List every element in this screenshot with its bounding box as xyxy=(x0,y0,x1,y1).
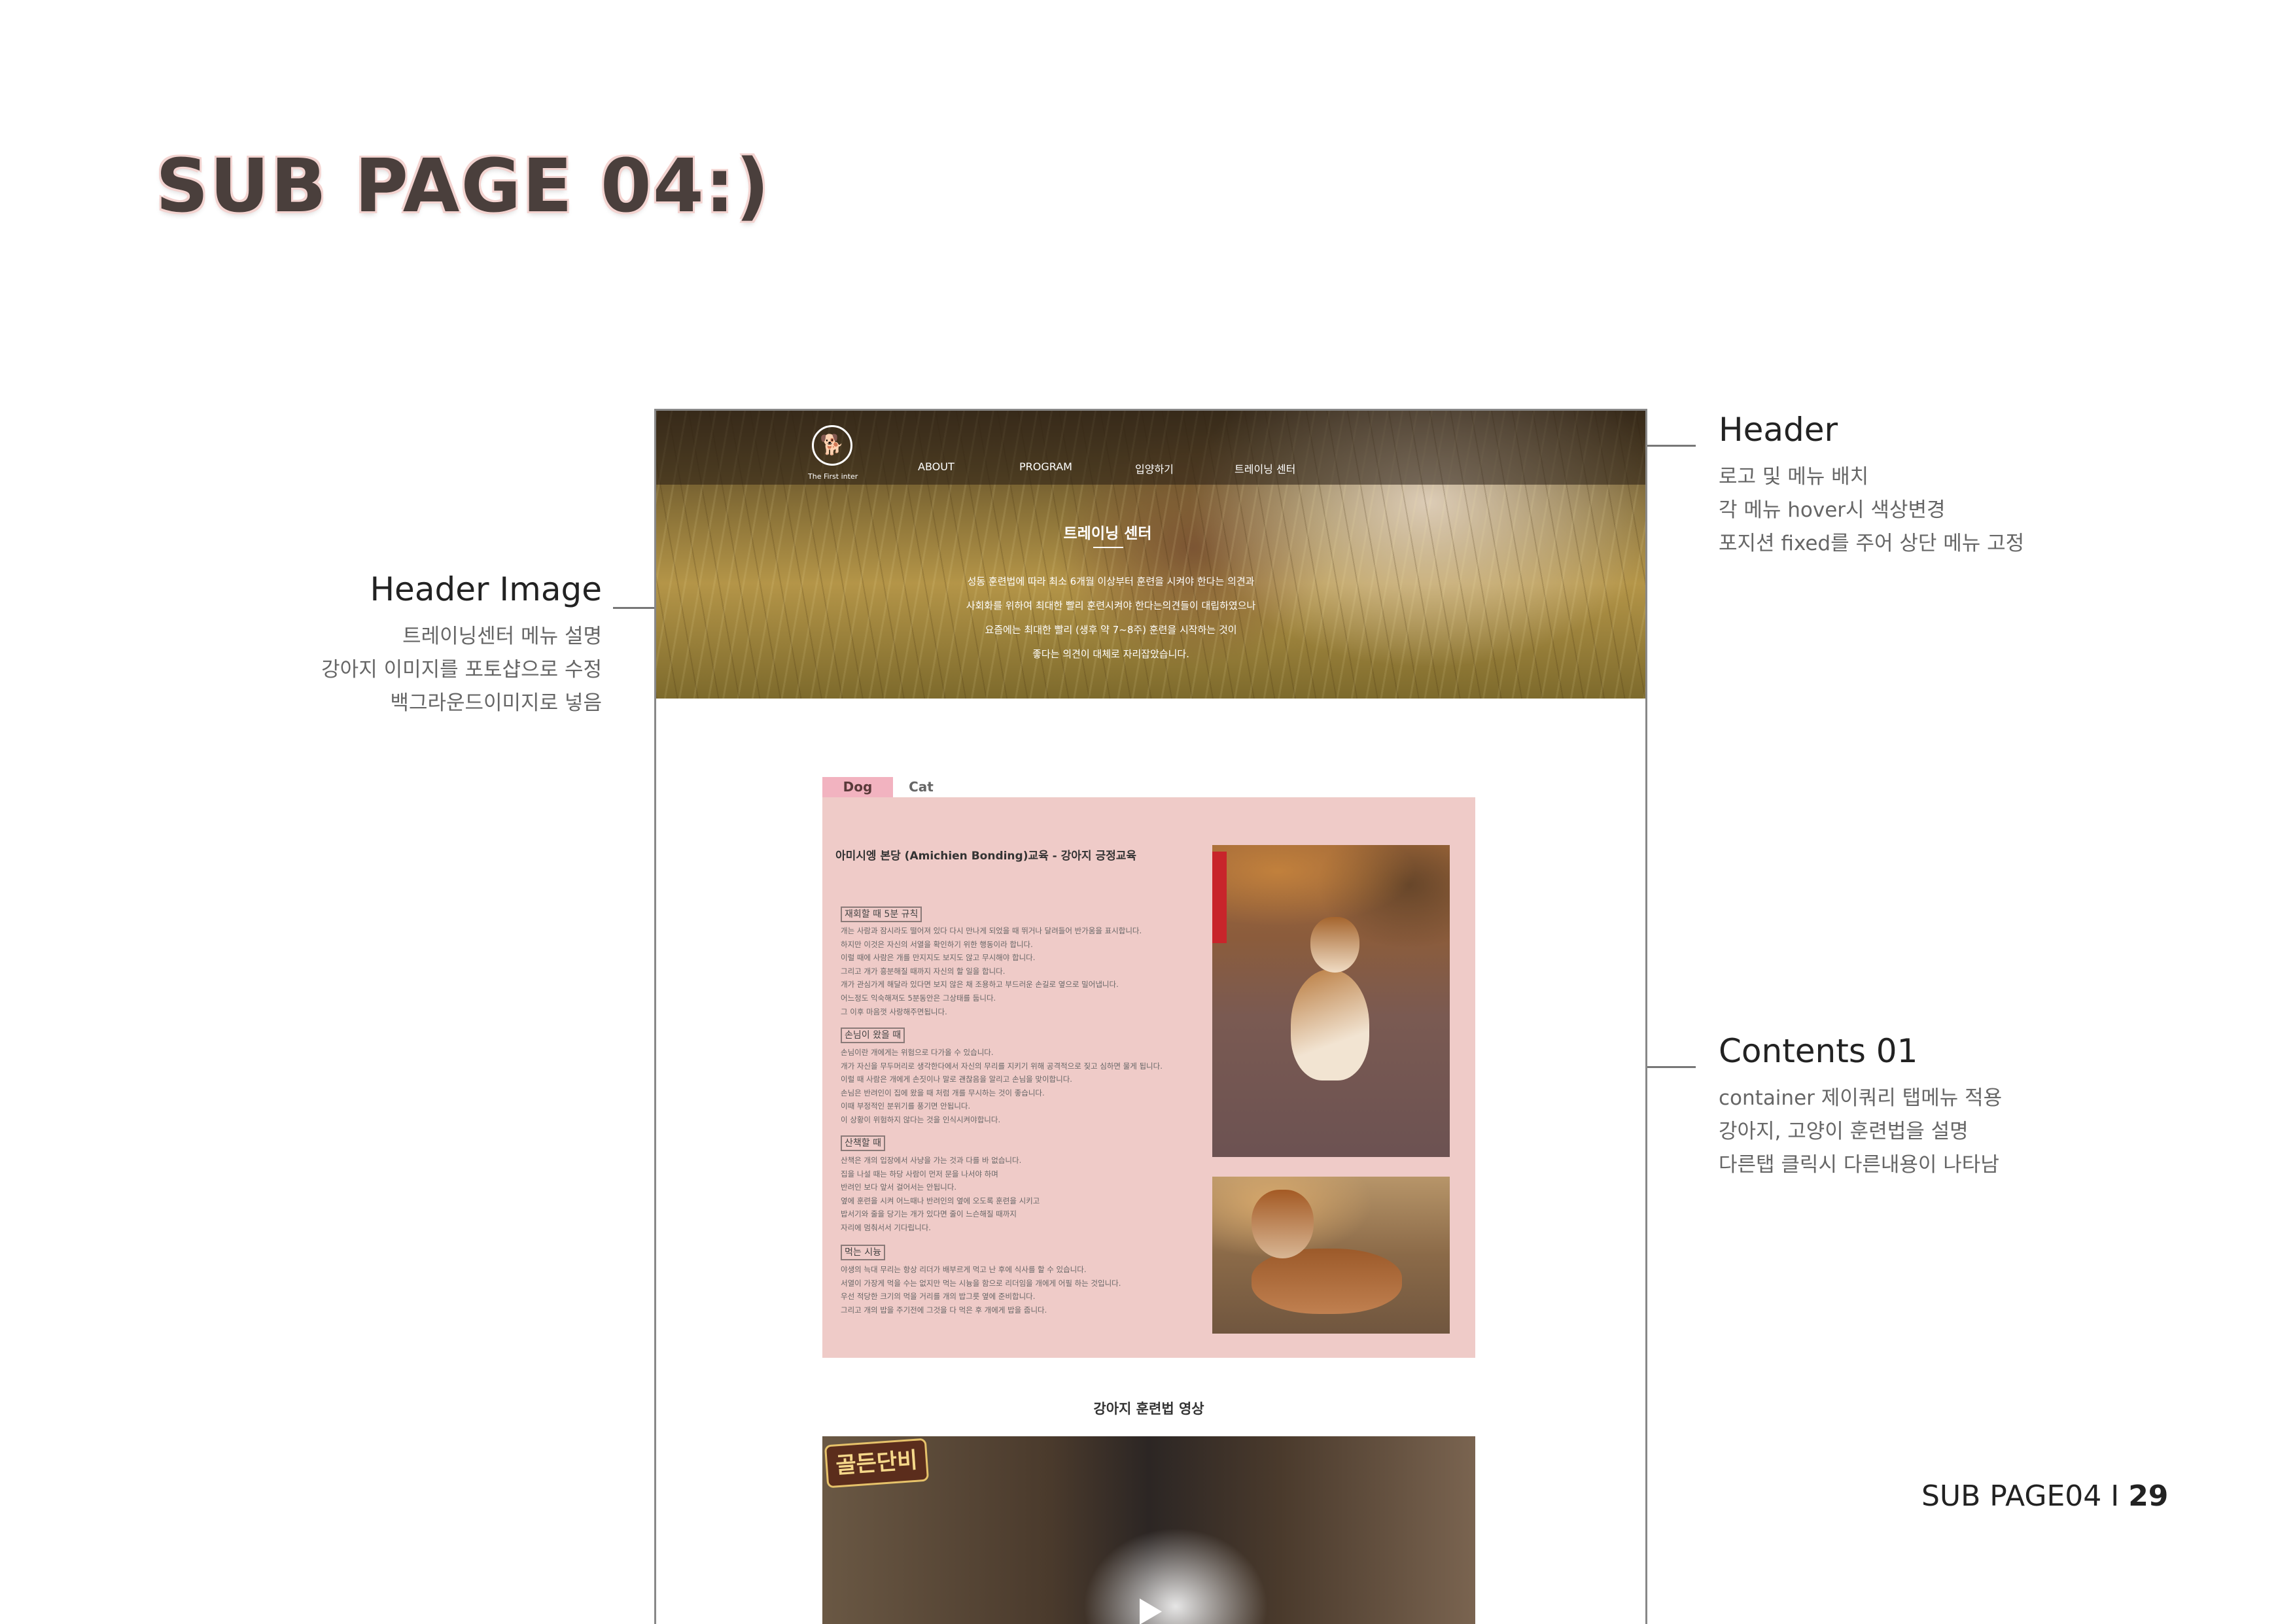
subsection-heading: 재회할 때 5분 규칙 xyxy=(841,907,922,922)
body-line: 그리고 개의 밥을 주기전에 그것을 다 먹은 후 개에게 밥을 줍니다. xyxy=(841,1305,1047,1315)
tab-dog[interactable]: Dog xyxy=(822,777,893,797)
footer-label: SUB PAGE04 I xyxy=(1921,1479,2129,1513)
channel-logo: 골든단비 xyxy=(824,1438,930,1489)
hero-title-underline xyxy=(1093,547,1123,548)
page-footer: SUB PAGE04 I 29 xyxy=(1921,1479,2168,1513)
video-section-title: 강아지 훈련법 영상 xyxy=(1093,1401,1204,1417)
annotation-leader-line xyxy=(613,607,657,609)
annotation-header-image-line: 트레이닝센터 메뉴 설명 xyxy=(402,625,602,648)
annotation-leader-line xyxy=(1647,1066,1696,1068)
dog-body-shape xyxy=(1291,969,1369,1080)
nav-item-adopt[interactable]: 입양하기 xyxy=(1135,460,1174,476)
body-line: 집을 나설 때는 하당 사람이 먼저 문을 나서야 하며 xyxy=(841,1169,998,1179)
body-line: 어느정도 익숙해져도 5분동안은 그상태를 둡니다. xyxy=(841,993,996,1003)
annotation-contents01-line: 다른탭 클릭시 다른내용이 나타남 xyxy=(1719,1153,1999,1177)
body-line: 산책은 개의 입장에서 사냥을 가는 것과 다를 바 없습니다. xyxy=(841,1156,1022,1165)
subsection-heading: 산책할 때 xyxy=(841,1135,885,1151)
body-line: 이때 부정적인 분위기를 풍기면 안됩니다. xyxy=(841,1101,971,1111)
hero-description: 성동 훈련법에 따라 최소 6개월 이상부터 훈련을 시켜야 한다는 의견과 사… xyxy=(774,570,1448,666)
annotation-header-image-title: Header Image xyxy=(370,570,602,608)
website-mockup: 🐕 The First inter ABOUT PROGRAM 입양하기 트레이… xyxy=(654,409,1647,1624)
dog-photo-lying xyxy=(1212,1177,1450,1334)
play-icon[interactable] xyxy=(1140,1598,1162,1624)
hero-description-line: 사회화를 위하여 최대한 빨리 훈련시켜야 한다는의견들이 대립하였으나 xyxy=(966,600,1256,612)
body-line: 이럴 때에 사람은 개를 만지지도 보지도 않고 무시해야 합니다. xyxy=(841,953,1036,963)
section-title: 아미시엥 본당 (Amichien Bonding)교육 - 강아지 긍정교육 xyxy=(835,850,1137,863)
body-line: 자리에 멈춰서서 기다립니다. xyxy=(841,1222,931,1232)
body-line: 그리고 개가 흥분해질 때까지 자신의 할 일을 합니다. xyxy=(841,966,1006,976)
annotation-leader-line xyxy=(1647,445,1696,447)
leash-shape xyxy=(1212,852,1227,943)
subsection-body: 야생의 늑대 무리는 항상 리더가 배부르게 먹고 난 후에 식사를 할 수 있… xyxy=(841,1263,1121,1317)
body-line: 손님은 반려인이 집에 왔을 때 처럼 개를 무시하는 것이 좋습니다. xyxy=(841,1088,1045,1097)
body-line: 우선 적당한 크기의 먹을 거리를 개의 밥그릇 옆에 준비합니다. xyxy=(841,1292,1036,1302)
page-number: 29 xyxy=(2128,1479,2169,1513)
hero-description-line: 요즘에는 최대한 빨리 (생후 약 7~8주) 훈련을 시작하는 것이 xyxy=(985,624,1237,636)
dog-head-shape xyxy=(1310,917,1359,973)
body-line: 개가 자신을 무두머리로 생각한다에서 자신의 무리를 지키기 위해 공격적으로… xyxy=(841,1061,1163,1071)
body-line: 개는 사람과 잠시라도 떨어져 있다 다시 만나게 되었을 때 뛰거나 달려들어… xyxy=(841,926,1142,935)
body-line: 옆에 훈련을 시켜 어느때나 반려인의 옆에 오도록 훈련을 시키고 xyxy=(841,1196,1040,1205)
subsection-body: 개는 사람과 잠시라도 떨어져 있다 다시 만나게 되었을 때 뛰거나 달려들어… xyxy=(841,924,1142,1018)
annotation-header-title: Header xyxy=(1719,411,1838,449)
logo-icon[interactable]: 🐕 xyxy=(812,425,852,466)
body-line: 이럴 때 사람은 개에게 손짓이나 말로 괜찮음을 알리고 손님을 맞이합니다. xyxy=(841,1075,1072,1084)
header-image: 🐕 The First inter ABOUT PROGRAM 입양하기 트레이… xyxy=(656,411,1645,699)
body-line: 하지만 이것은 자신의 서열을 확인하기 위한 행동이라 합니다. xyxy=(841,939,1033,949)
subsection-body: 손님이란 개에게는 위험으로 다가올 수 있습니다. 개가 자신을 무두머리로 … xyxy=(841,1046,1163,1127)
hero-description-line: 성동 훈련법에 따라 최소 6개월 이상부터 훈련을 시켜야 한다는 의견과 xyxy=(967,576,1255,587)
body-line: 반려인 보다 앞서 걸어서는 안됩니다. xyxy=(841,1183,956,1192)
annotation-header-line: 포지션 fixed를 주어 상단 메뉴 고정 xyxy=(1719,532,2025,555)
annotation-contents01-line: container 제이쿼리 탭메뉴 적용 xyxy=(1719,1086,2003,1110)
body-line: 밥서기와 줄을 당기는 개가 있다면 줄이 느슨해질 때까지 xyxy=(841,1209,1017,1219)
training-video[interactable]: 골든단비 xyxy=(822,1436,1475,1624)
body-line: 손님이란 개에게는 위험으로 다가올 수 있습니다. xyxy=(841,1048,994,1057)
body-line: 야생의 늑대 무리는 항상 리더가 배부르게 먹고 난 후에 식사를 할 수 있… xyxy=(841,1265,1087,1274)
tab-panel-dog: 아미시엥 본당 (Amichien Bonding)교육 - 강아지 긍정교육 … xyxy=(822,797,1475,1358)
body-line: 개가 관심가게 해달라 있다면 보지 않은 채 조용하고 부드러운 손길로 옆으… xyxy=(841,980,1119,990)
dog-head-shape xyxy=(1252,1190,1314,1258)
nav-item-training-center[interactable]: 트레이닝 센터 xyxy=(1235,460,1295,476)
annotation-contents01-line: 강아지, 고양이 훈련법을 설명 xyxy=(1719,1120,1969,1143)
annotation-header-line: 로고 및 메뉴 배치 xyxy=(1719,465,1869,489)
logo-text: The First inter xyxy=(808,472,858,481)
subsection-body: 산책은 개의 입장에서 사냥을 가는 것과 다를 바 없습니다. 집을 나설 때… xyxy=(841,1154,1040,1235)
nav-item-program[interactable]: PROGRAM xyxy=(1019,460,1072,473)
annotation-contents01-title: Contents 01 xyxy=(1719,1032,1918,1070)
hero-title: 트레이닝 센터 xyxy=(1063,525,1152,542)
subsection-heading: 먹는 시늉 xyxy=(841,1245,885,1260)
page-title: SUB PAGE 04:) xyxy=(156,144,771,229)
annotation-header-line: 각 메뉴 hover시 색상변경 xyxy=(1719,498,1946,522)
dog-photo-standing xyxy=(1212,845,1450,1157)
body-line: 그 이후 마음껏 사랑해주면됩니다. xyxy=(841,1007,947,1016)
subsection-heading: 손님이 왔을 때 xyxy=(841,1028,905,1043)
nav-item-about[interactable]: ABOUT xyxy=(918,460,955,473)
hero-description-line: 좋다는 의견이 대체로 자리잡았습니다. xyxy=(1032,648,1189,660)
annotation-header-image-line: 강아지 이미지를 포토샵으로 수정 xyxy=(321,658,602,682)
body-line: 이 상황이 위험하지 않다는 것을 인식시켜야합니다. xyxy=(841,1114,1001,1124)
dog-body-shape xyxy=(1252,1249,1402,1314)
body-line: 서열이 가장게 먹을 수는 없지만 먹는 시늉을 함으로 리더임을 개에게 어필… xyxy=(841,1278,1121,1288)
tab-cat[interactable]: Cat xyxy=(898,777,944,797)
annotation-header-image-line: 백그라운드이미지로 넣음 xyxy=(390,691,602,715)
